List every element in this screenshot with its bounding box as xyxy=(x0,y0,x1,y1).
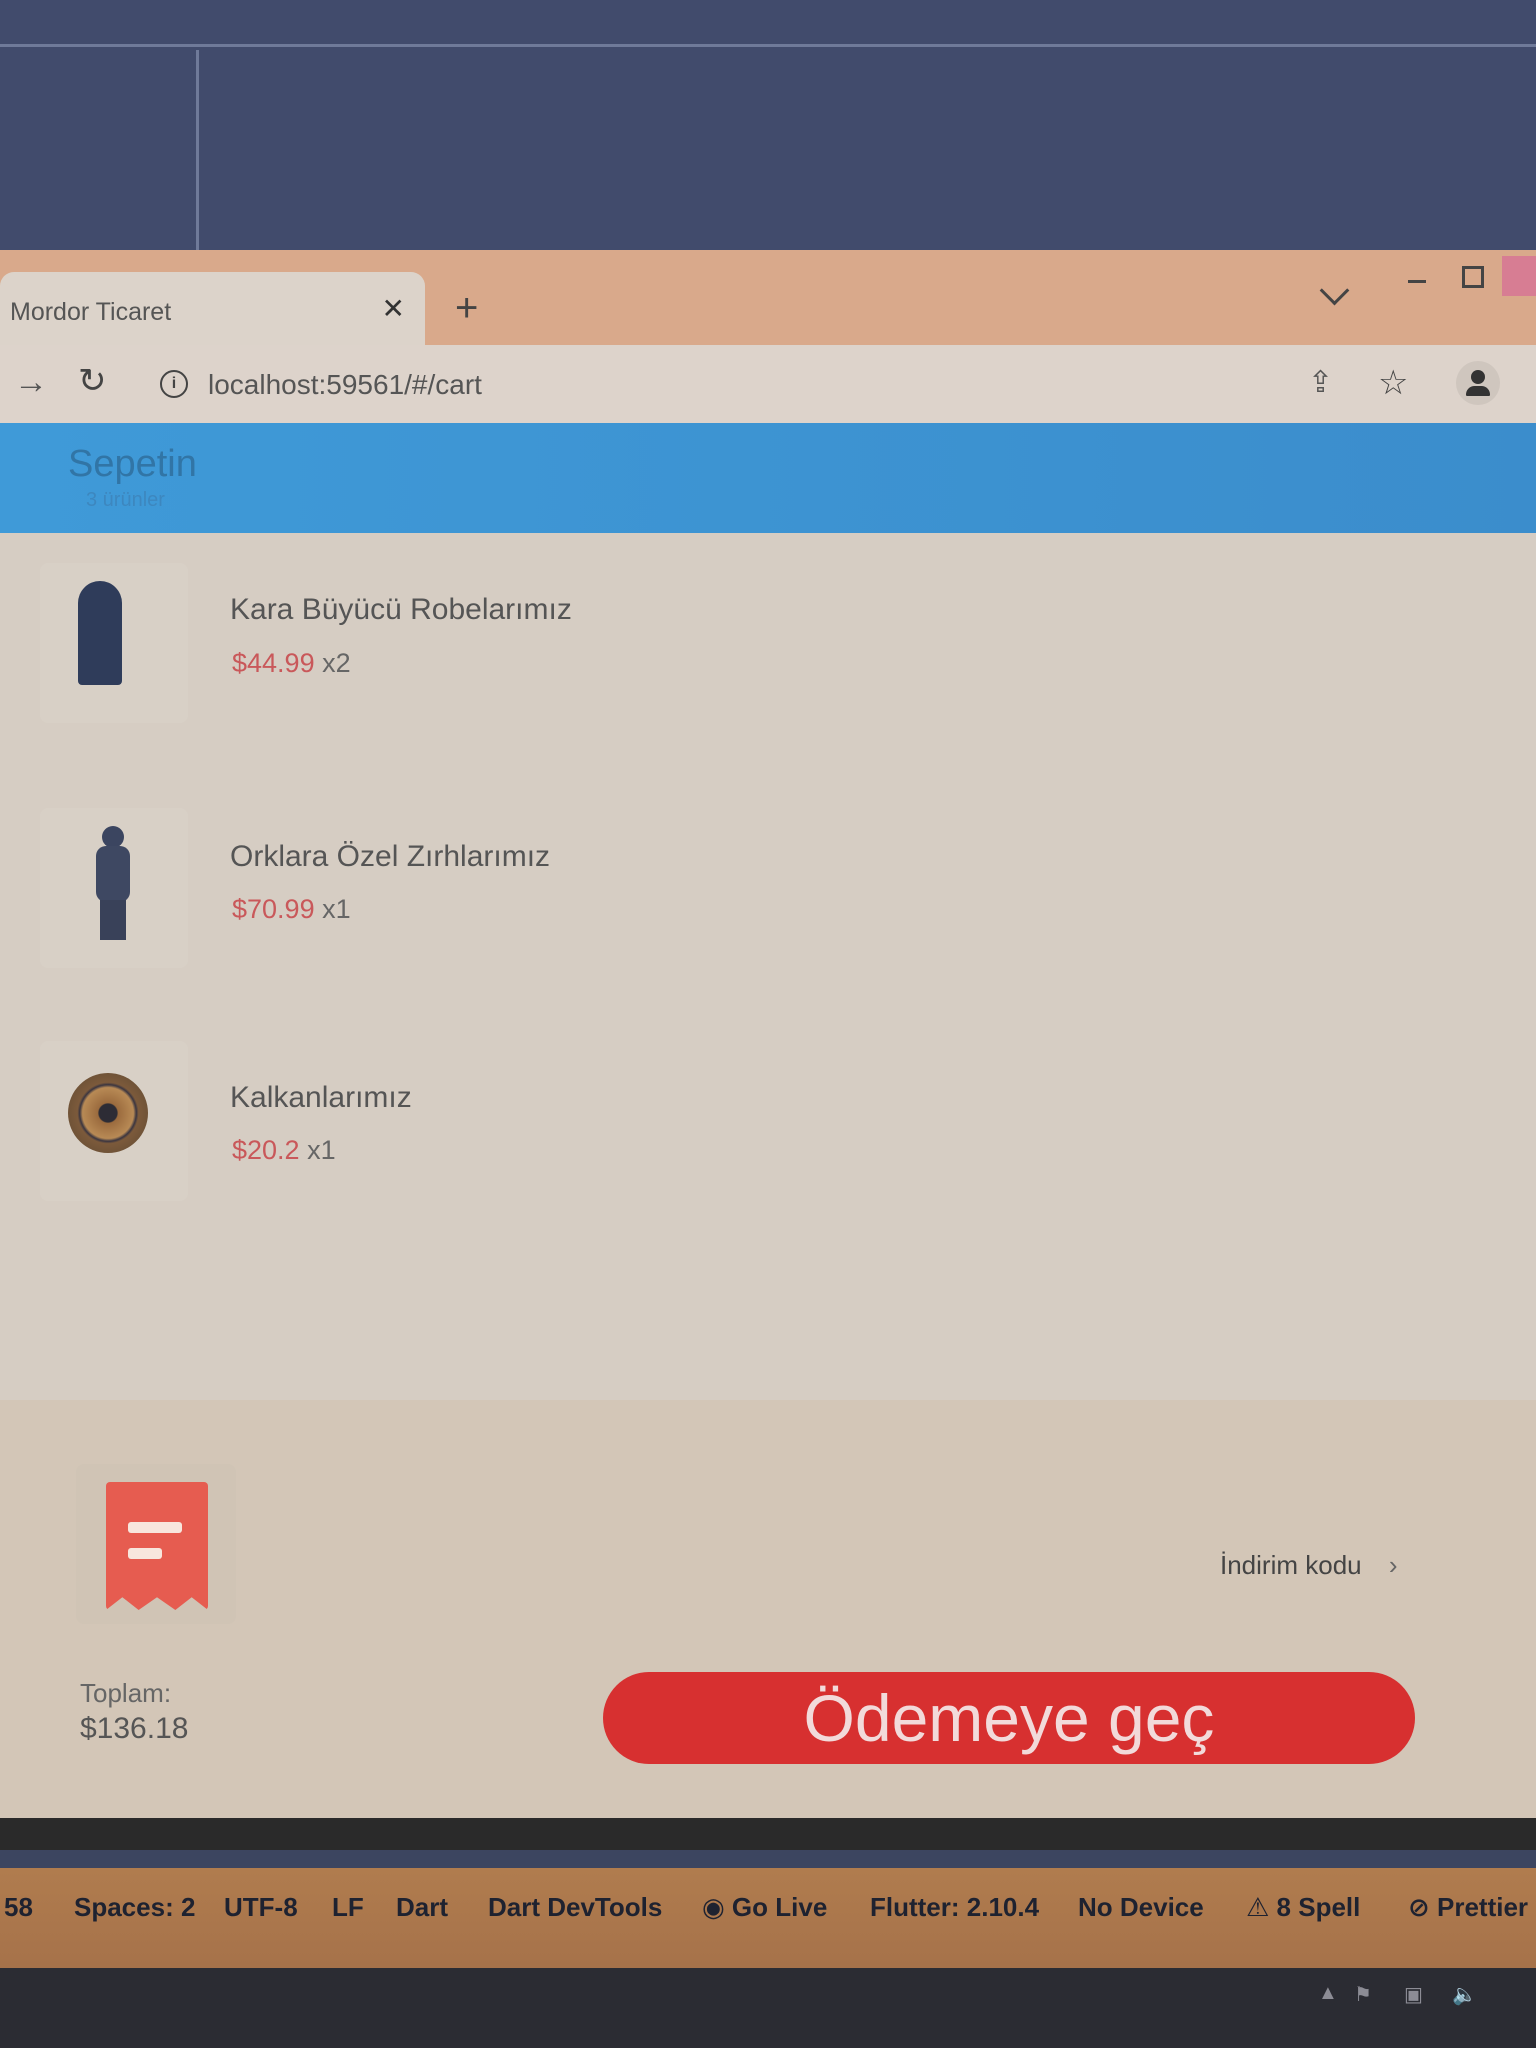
product-image xyxy=(40,808,188,968)
tray-flag-icon[interactable]: ⚑ xyxy=(1354,1982,1372,2007)
forward-arrow-icon[interactable]: → xyxy=(14,363,48,402)
new-tab-button[interactable]: + xyxy=(455,288,478,328)
tray-volume-icon[interactable]: 🔈 xyxy=(1452,1982,1477,2007)
status-go-live[interactable]: ◉ Go Live xyxy=(702,1892,827,1923)
tray-expand-icon[interactable]: ▲ xyxy=(1318,1982,1338,2005)
tab-search-chevron-icon[interactable] xyxy=(1319,275,1350,306)
product-image xyxy=(40,1041,188,1201)
reload-icon[interactable]: ↻ xyxy=(78,361,107,401)
tab-strip: Mordor Ticaret ✕ + xyxy=(0,250,1536,345)
discount-code-link[interactable]: İndirim kodu › xyxy=(1220,1550,1398,1581)
status-device[interactable]: No Device xyxy=(1078,1892,1204,1923)
status-dart-devtools[interactable]: Dart DevTools xyxy=(488,1892,662,1923)
product-image xyxy=(40,563,188,723)
round-shield-icon xyxy=(68,1073,148,1153)
product-quantity: x1 xyxy=(322,894,351,924)
status-encoding[interactable]: UTF-8 xyxy=(224,1892,298,1923)
page-title: Sepetin xyxy=(68,443,197,485)
orc-armor-figure-icon xyxy=(96,846,130,902)
warning-icon: ⚠ xyxy=(1246,1892,1277,1922)
close-window-button[interactable] xyxy=(1502,256,1536,296)
status-spell[interactable]: ⚠ 8 Spell xyxy=(1246,1892,1360,1923)
cart-item[interactable]: Kara Büyücü Robelarımız $44.99 x2 xyxy=(0,533,1536,733)
editor-gutter-line xyxy=(196,50,199,255)
url-field[interactable]: localhost:59561/#/cart xyxy=(208,369,482,401)
editor-background xyxy=(0,0,1536,255)
cart-item[interactable]: Orklara Özel Zırhlarımız $70.99 x1 xyxy=(0,778,1536,978)
site-info-icon[interactable]: i xyxy=(160,370,188,398)
product-name: Orklara Özel Zırhlarımız xyxy=(230,840,551,873)
product-price-line: $70.99 x1 xyxy=(232,894,351,925)
status-indentation[interactable]: Spaces: 2 xyxy=(74,1892,195,1923)
robe-figure-icon xyxy=(78,581,122,685)
bookmark-star-icon[interactable]: ☆ xyxy=(1378,363,1408,403)
product-price: $44.99 xyxy=(232,648,315,678)
status-language[interactable]: Dart xyxy=(396,1892,448,1923)
product-price-line: $20.2 x1 xyxy=(232,1135,336,1166)
product-quantity: x2 xyxy=(322,648,351,678)
broadcast-icon: ◉ xyxy=(702,1892,732,1922)
product-price: $20.2 xyxy=(232,1135,300,1165)
status-flutter-version[interactable]: Flutter: 2.10.4 xyxy=(870,1892,1039,1923)
cart-item[interactable]: Kalkanlarımız $20.2 x1 xyxy=(0,1021,1536,1221)
maximize-icon[interactable] xyxy=(1462,266,1484,288)
prettier-disabled-icon: ⊘ xyxy=(1408,1892,1438,1922)
browser-window: Mordor Ticaret ✕ + → ↻ i localhost:59561… xyxy=(0,250,1536,1840)
terminal-output-strip xyxy=(0,1818,1536,1850)
product-name: Kalkanlarımız xyxy=(230,1081,412,1114)
receipt-icon xyxy=(106,1482,208,1610)
orc-head-shape xyxy=(102,826,124,848)
editor-status-bar: 58 Spaces: 2 UTF-8 LF Dart Dart DevTools… xyxy=(0,1868,1536,1968)
address-bar: → ↻ i localhost:59561/#/cart ⇪ ☆ xyxy=(0,345,1536,423)
status-line-col[interactable]: 58 xyxy=(4,1892,33,1923)
product-name: Kara Büyücü Robelarımız xyxy=(230,593,572,626)
coupon-icon-box[interactable] xyxy=(76,1464,236,1624)
total-label: Toplam: xyxy=(80,1678,172,1708)
app-bar: Sepetin 3 ürünler xyxy=(0,423,1536,533)
product-quantity: x1 xyxy=(307,1135,336,1165)
page-subtitle: 3 ürünler xyxy=(86,489,165,511)
browser-tab[interactable]: Mordor Ticaret ✕ xyxy=(0,272,425,345)
profile-avatar-icon[interactable] xyxy=(1456,361,1500,405)
share-icon[interactable]: ⇪ xyxy=(1308,365,1333,400)
minimize-icon[interactable] xyxy=(1408,280,1426,283)
status-line-ending[interactable]: LF xyxy=(332,1892,364,1923)
discount-code-label: İndirim kodu xyxy=(1220,1550,1362,1580)
os-taskbar: ▲ ⚑ ▣ 🔈 xyxy=(0,1968,1536,2048)
checkout-panel: İndirim kodu › Toplam: $136.18 Ödemeye g… xyxy=(0,1400,1536,1840)
product-price-line: $44.99 x2 xyxy=(232,648,351,679)
total-value: $136.18 xyxy=(80,1712,189,1745)
tab-title: Mordor Ticaret xyxy=(10,298,172,326)
chevron-right-icon: › xyxy=(1388,1550,1398,1580)
editor-divider xyxy=(0,44,1536,47)
checkout-button[interactable]: Ödemeye geç xyxy=(603,1672,1415,1764)
status-prettier[interactable]: ⊘ Prettier xyxy=(1408,1892,1528,1923)
product-price: $70.99 xyxy=(232,894,315,924)
tab-close-icon[interactable]: ✕ xyxy=(382,292,405,325)
orc-legs-shape xyxy=(100,900,126,940)
tray-network-icon[interactable]: ▣ xyxy=(1404,1982,1423,2007)
